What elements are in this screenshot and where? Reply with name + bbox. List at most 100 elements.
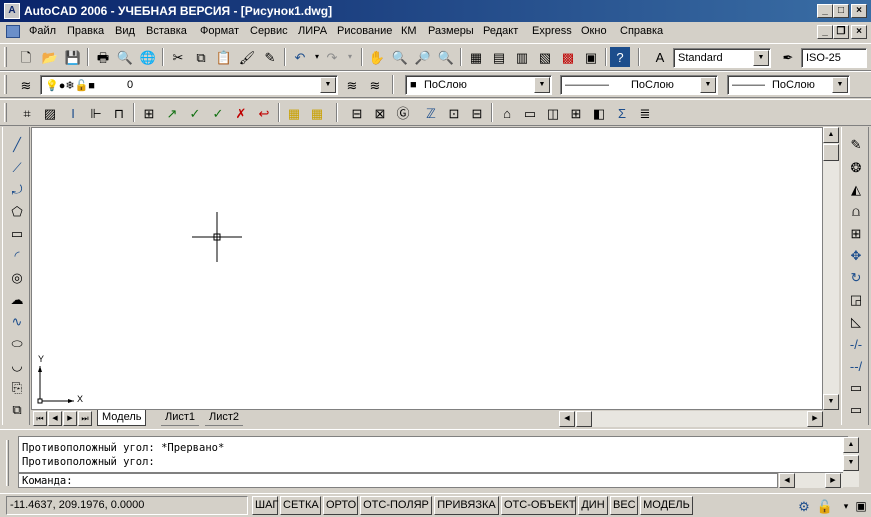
menu-lira[interactable]: ЛИРА xyxy=(298,25,327,37)
km-tool-7-icon[interactable]: ▦ xyxy=(307,103,327,123)
rotate-icon[interactable]: ↻ xyxy=(846,268,866,288)
communication-center-icon[interactable]: ⚙ xyxy=(794,496,814,516)
break-at-point-icon[interactable]: ▭ xyxy=(846,400,866,420)
menu-express[interactable]: Express xyxy=(532,25,572,37)
coordinates-display[interactable]: -11.4637, 209.1976, 0.0000 xyxy=(6,496,248,515)
lira-tool-12-icon[interactable]: ≣ xyxy=(635,103,655,123)
tab-last-icon[interactable]: ⏭ xyxy=(78,411,92,426)
lira-tool-11-icon[interactable]: ◧ xyxy=(589,103,609,123)
chevron-down-icon[interactable]: ▼ xyxy=(320,77,336,93)
chevron-down-icon[interactable]: ▼ xyxy=(534,77,550,93)
model-toggle[interactable]: МОДЕЛЬ xyxy=(640,496,693,515)
rectangle-icon[interactable]: ▭ xyxy=(7,224,27,244)
sum-icon[interactable]: Σ xyxy=(612,103,632,123)
layer-combo[interactable]: 💡●❄🔓■ 0 ▼ xyxy=(40,75,338,95)
lineweight-toggle[interactable]: ВЕС xyxy=(610,496,638,515)
lira-tool-3-icon[interactable]: Ⓖ xyxy=(393,103,413,123)
title-bar[interactable]: A AutoCAD 2006 - УЧЕБНАЯ ВЕРСИЯ - [Рисун… xyxy=(0,0,871,22)
dyn-toggle[interactable]: ДИН xyxy=(578,496,608,515)
snap-toggle[interactable]: ШАГ xyxy=(252,496,278,515)
array-icon[interactable]: ⊞ xyxy=(846,224,866,244)
menu-draw[interactable]: Рисование xyxy=(337,25,392,37)
plot-preview-icon[interactable]: 🔍 xyxy=(115,47,135,67)
tab-prev-icon[interactable]: ◀ xyxy=(48,411,62,426)
zoom-realtime-icon[interactable]: 🔍 xyxy=(390,47,410,67)
cut-icon[interactable]: ✂ xyxy=(168,47,188,67)
osnap-toggle[interactable]: ПРИВЯЗКА xyxy=(434,496,499,515)
print-icon[interactable]: 🖶 xyxy=(93,47,113,67)
tab-next-icon[interactable]: ▶ xyxy=(63,411,77,426)
cmd-scroll-right-icon[interactable]: ▶ xyxy=(825,473,841,488)
circle-icon[interactable]: ◎ xyxy=(7,268,27,288)
lira-tool-4-icon[interactable]: ℤ xyxy=(421,103,441,123)
revision-cloud-icon[interactable]: ☁ xyxy=(7,290,27,310)
menu-view[interactable]: Вид xyxy=(115,25,135,37)
menu-help[interactable]: Справка xyxy=(620,25,663,37)
command-h-scrollbar[interactable]: ◀ ▶ xyxy=(779,473,843,488)
km-tool-1-icon[interactable]: ↗ xyxy=(162,103,182,123)
km-tool-3-icon[interactable]: ✓ xyxy=(208,103,228,123)
tool-palettes-icon[interactable]: ▥ xyxy=(512,47,532,67)
dim-style-icon[interactable]: ✒ xyxy=(778,47,798,67)
menu-km[interactable]: КМ xyxy=(401,25,417,37)
command-grip[interactable] xyxy=(6,440,9,486)
doc-minimize-icon[interactable]: _ xyxy=(817,25,833,39)
make-object-layer-current-icon[interactable]: ≋ xyxy=(342,75,362,95)
color-combo[interactable]: ■ ПоСлою ▼ xyxy=(405,75,552,95)
chevron-down-icon[interactable]: ▼ xyxy=(700,77,716,93)
minimize-icon[interactable]: _ xyxy=(817,4,833,18)
text-style-icon[interactable]: A xyxy=(650,47,670,67)
lock-toolbar-icon[interactable]: 🔓 xyxy=(815,496,835,516)
tab-layout1[interactable]: Лист1 xyxy=(161,410,200,426)
block-icon[interactable]: ⊞ xyxy=(139,103,159,123)
open-icon[interactable]: 📂 xyxy=(40,47,60,67)
cmd-scroll-left-icon[interactable]: ◀ xyxy=(779,473,795,488)
menu-format[interactable]: Формат xyxy=(200,25,239,37)
offset-icon[interactable]: ⩍ xyxy=(846,202,866,222)
toolbar-grip[interactable] xyxy=(4,75,7,94)
chevron-down-icon[interactable]: ▼ xyxy=(832,77,848,93)
layer-manager-icon[interactable]: ≋ xyxy=(16,75,36,95)
command-scrollbar[interactable]: ▲ ▼ xyxy=(843,437,859,487)
lira-tool-1-icon[interactable]: ⊟ xyxy=(347,103,367,123)
tab-first-icon[interactable]: ⏮ xyxy=(33,411,47,426)
help-icon[interactable]: ? xyxy=(610,47,630,67)
doc-close-icon[interactable]: × xyxy=(851,25,867,39)
menu-tools[interactable]: Сервис xyxy=(250,25,288,37)
move-icon[interactable]: ✥ xyxy=(846,246,866,266)
linetype-combo[interactable]: ———— ПоСлою ▼ xyxy=(560,75,718,95)
maximize-icon[interactable]: □ xyxy=(833,4,849,18)
copy-object-icon[interactable]: ❂ xyxy=(846,158,866,178)
toolbar-grip[interactable] xyxy=(4,47,7,67)
ellipse-icon[interactable]: ⬭ xyxy=(7,334,27,354)
document-icon[interactable] xyxy=(6,25,20,38)
trim-icon[interactable]: -/- xyxy=(846,334,866,354)
zoom-previous-icon[interactable]: 🔍 xyxy=(436,47,456,67)
markup-icon[interactable]: ▩ xyxy=(558,47,578,67)
ellipse-arc-icon[interactable]: ◡ xyxy=(7,356,27,376)
scale-icon[interactable]: ◲ xyxy=(846,290,866,310)
scroll-thumb[interactable] xyxy=(823,144,839,161)
grid-toggle[interactable]: СЕТКА xyxy=(280,496,321,515)
lira-tool-7-icon[interactable]: ⌂ xyxy=(497,103,517,123)
text-icon[interactable]: I xyxy=(63,103,83,123)
scroll-left-icon[interactable]: ◀ xyxy=(559,411,575,427)
match-properties-icon[interactable]: 🖌 xyxy=(237,47,257,67)
stretch-icon[interactable]: ◺ xyxy=(846,312,866,332)
dim-style-combo[interactable]: ISO-25 xyxy=(801,48,867,68)
menu-file[interactable]: Файл xyxy=(29,25,56,37)
polar-toggle[interactable]: ОТС-ПОЛЯР xyxy=(360,496,432,515)
otrack-toggle[interactable]: ОТС-ОБЪЕКТ xyxy=(501,496,576,515)
redo-icon[interactable]: ↷ xyxy=(322,47,342,67)
break-icon[interactable]: ▭ xyxy=(846,378,866,398)
zoom-window-icon[interactable]: 🔎 xyxy=(413,47,433,67)
new-icon[interactable]: 🗋 xyxy=(16,47,36,67)
clean-screen-icon[interactable]: ▣ xyxy=(851,496,871,516)
paste-icon[interactable]: 📋 xyxy=(214,47,234,67)
layer-previous-icon[interactable]: ≋ xyxy=(365,75,385,95)
text-style-combo[interactable]: Standard ▼ xyxy=(673,48,771,68)
km-tool-6-icon[interactable]: ▦ xyxy=(284,103,304,123)
drawing-canvas[interactable]: Y X xyxy=(31,127,823,410)
command-line-input[interactable]: Команда: xyxy=(18,473,778,488)
vertical-scrollbar[interactable]: ▲ ▼ xyxy=(823,127,839,410)
